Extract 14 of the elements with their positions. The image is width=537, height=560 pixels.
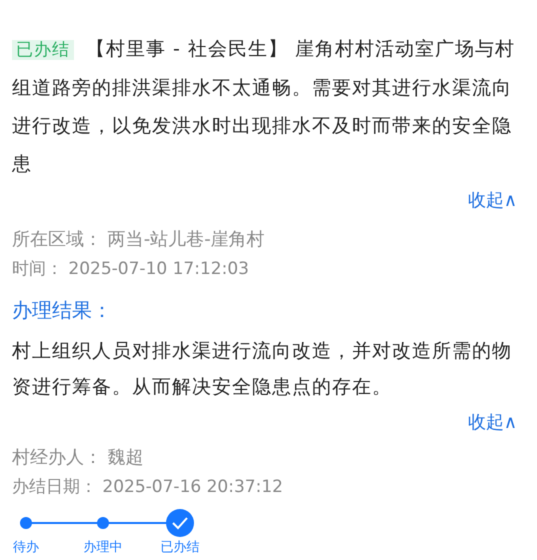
- check-icon: [166, 509, 194, 537]
- collapse-link[interactable]: 收起∧: [468, 408, 517, 436]
- done-date-text: 办结日期： 2025-07-16 20:37:12: [12, 476, 284, 498]
- result-heading: 办理结果：: [12, 296, 113, 324]
- step-label: 办理中: [84, 539, 122, 557]
- collapse-link[interactable]: 收起∧: [468, 187, 517, 214]
- result-text: 村上组织人员对排水渠进行流向改造，并对改造所需的物资进行筹备。从而解决安全隐患点的存在。: [12, 338, 513, 400]
- issue-text: 已办结 【村里事 - 社会民生】 崖角村村活动室广场与村组道路旁的排洪渠排水不太通畅。需要对其进行水渠流向进行改造，以免发洪水时出现排水不及时而带来的安全隐患: [12, 37, 516, 177]
- status-badge: 已办结: [12, 40, 74, 60]
- step-label: 已办结: [160, 539, 200, 557]
- handler-text: 村经办人： 魏超: [12, 446, 145, 470]
- time-text: 时间： 2025-07-10 17:12:03: [12, 258, 250, 281]
- step-label: 待办: [13, 539, 39, 557]
- area-text: 所在区域： 两当-站儿巷-崖角村: [12, 228, 266, 252]
